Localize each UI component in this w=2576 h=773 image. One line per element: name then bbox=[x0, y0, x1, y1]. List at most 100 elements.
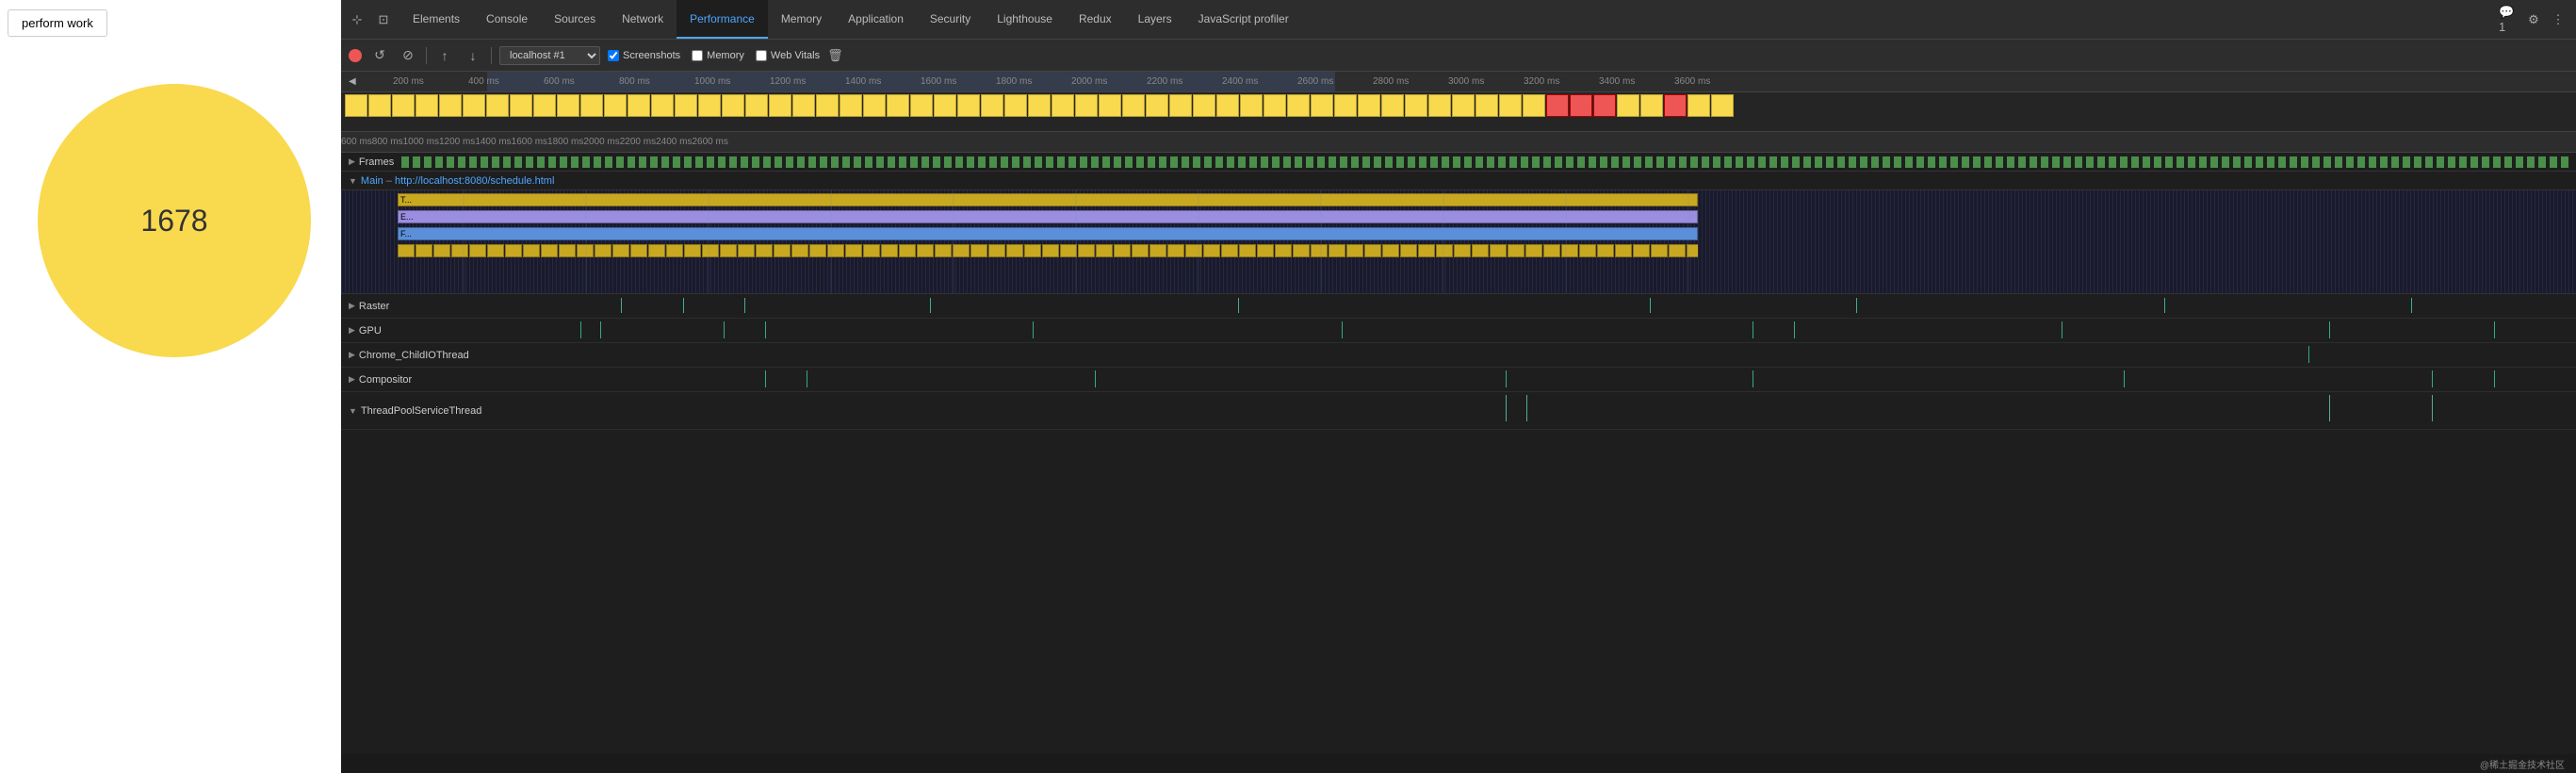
flame-block-small[interactable] bbox=[988, 244, 1005, 257]
flame-block-small[interactable] bbox=[416, 244, 432, 257]
flame-block-small[interactable] bbox=[809, 244, 826, 257]
perform-work-button[interactable]: perform work bbox=[8, 9, 107, 37]
flame-block-small[interactable] bbox=[899, 244, 916, 257]
screenshots-label[interactable]: Screenshots bbox=[608, 50, 680, 61]
flame-block-small[interactable] bbox=[684, 244, 701, 257]
stop-button[interactable]: ⊘ bbox=[398, 45, 418, 66]
flame-block-small[interactable] bbox=[1078, 244, 1095, 257]
flame-block-small[interactable] bbox=[1311, 244, 1328, 257]
screenshots-checkbox[interactable] bbox=[608, 50, 619, 61]
flame-block-small[interactable] bbox=[702, 244, 719, 257]
main-expand-arrow[interactable]: ▼ bbox=[349, 176, 357, 186]
flame-block-small[interactable] bbox=[1418, 244, 1435, 257]
flame-block-small[interactable] bbox=[881, 244, 898, 257]
tab-elements[interactable]: Elements bbox=[399, 0, 473, 39]
tab-layers[interactable]: Layers bbox=[1125, 0, 1185, 39]
tab-lighthouse[interactable]: Lighthouse bbox=[984, 0, 1066, 39]
flame-block-func[interactable]: F... bbox=[398, 227, 1698, 240]
flame-block-small[interactable] bbox=[827, 244, 844, 257]
flame-block-small[interactable] bbox=[791, 244, 808, 257]
flame-block-small[interactable] bbox=[505, 244, 522, 257]
flame-block-small[interactable] bbox=[1042, 244, 1059, 257]
download-button[interactable]: ↓ bbox=[463, 45, 483, 66]
memory-checkbox[interactable] bbox=[692, 50, 703, 61]
flame-block-small[interactable] bbox=[1579, 244, 1596, 257]
flame-block-small[interactable] bbox=[1132, 244, 1149, 257]
flame-block-small[interactable] bbox=[595, 244, 611, 257]
flame-block-small[interactable] bbox=[1096, 244, 1113, 257]
flame-block-small[interactable] bbox=[1329, 244, 1345, 257]
flame-block-small[interactable] bbox=[559, 244, 576, 257]
memory-label[interactable]: Memory bbox=[692, 50, 744, 61]
flame-block-small[interactable] bbox=[1633, 244, 1650, 257]
flame-block-small[interactable] bbox=[451, 244, 468, 257]
tab-memory[interactable]: Memory bbox=[768, 0, 835, 39]
more-icon[interactable]: ⋮ bbox=[2548, 9, 2568, 30]
flame-block-small[interactable] bbox=[1454, 244, 1471, 257]
flame-block-events[interactable]: E... bbox=[398, 210, 1698, 223]
compositor-expand[interactable]: ▶ bbox=[349, 374, 355, 385]
flame-block-small[interactable] bbox=[648, 244, 665, 257]
flame-block-small[interactable] bbox=[1203, 244, 1220, 257]
raster-expand[interactable]: ▶ bbox=[349, 301, 355, 311]
tab-performance[interactable]: Performance bbox=[677, 0, 768, 39]
flame-block-small[interactable] bbox=[1185, 244, 1202, 257]
inspect-icon[interactable]: ⊡ bbox=[373, 9, 394, 30]
url-selector[interactable]: localhost #1 bbox=[499, 46, 600, 65]
flame-block-small[interactable] bbox=[953, 244, 970, 257]
flame-block-small[interactable] bbox=[1346, 244, 1363, 257]
tab-console[interactable]: Console bbox=[473, 0, 541, 39]
flame-block-small[interactable] bbox=[863, 244, 880, 257]
web-vitals-checkbox[interactable] bbox=[756, 50, 767, 61]
settings-icon[interactable]: ⚙ bbox=[2523, 9, 2544, 30]
flame-block-small[interactable] bbox=[774, 244, 791, 257]
flame-block-small[interactable] bbox=[1525, 244, 1542, 257]
flame-block-small[interactable] bbox=[487, 244, 504, 257]
gpu-expand[interactable]: ▶ bbox=[349, 325, 355, 336]
flame-block-small[interactable] bbox=[1508, 244, 1524, 257]
flame-block-small[interactable] bbox=[1472, 244, 1489, 257]
tab-application[interactable]: Application bbox=[835, 0, 917, 39]
flame-block-small[interactable] bbox=[1060, 244, 1077, 257]
flame-block-small[interactable] bbox=[1364, 244, 1381, 257]
flame-block-small[interactable] bbox=[845, 244, 862, 257]
tab-sources[interactable]: Sources bbox=[541, 0, 609, 39]
flame-block-small[interactable] bbox=[1167, 244, 1184, 257]
notification-icon[interactable]: 💬 1 bbox=[2499, 9, 2519, 30]
flame-block-small[interactable] bbox=[469, 244, 486, 257]
flame-block-small[interactable] bbox=[630, 244, 647, 257]
flame-block-small[interactable] bbox=[917, 244, 934, 257]
flame-block-small[interactable] bbox=[970, 244, 987, 257]
flame-block-small[interactable] bbox=[612, 244, 629, 257]
clear-button[interactable]: 🗑 bbox=[827, 48, 843, 63]
flame-block-small[interactable] bbox=[738, 244, 755, 257]
web-vitals-label[interactable]: Web Vitals bbox=[756, 50, 820, 61]
flame-block-small[interactable] bbox=[1114, 244, 1131, 257]
flame-block-small[interactable] bbox=[1293, 244, 1310, 257]
flame-block-small[interactable] bbox=[1400, 244, 1417, 257]
flame-block-small[interactable] bbox=[1597, 244, 1614, 257]
tab-security[interactable]: Security bbox=[917, 0, 984, 39]
flame-block-small[interactable] bbox=[720, 244, 737, 257]
flame-block-small[interactable] bbox=[1561, 244, 1578, 257]
threadpool-expand[interactable]: ▼ bbox=[349, 406, 357, 416]
flame-block-small[interactable] bbox=[433, 244, 450, 257]
flame-block-small[interactable] bbox=[1275, 244, 1292, 257]
flame-block-small[interactable] bbox=[1651, 244, 1668, 257]
tab-js-profiler[interactable]: JavaScript profiler bbox=[1185, 0, 1302, 39]
tab-network[interactable]: Network bbox=[609, 0, 677, 39]
flame-block-small[interactable] bbox=[1615, 244, 1632, 257]
flame-block-small[interactable] bbox=[756, 244, 773, 257]
upload-button[interactable]: ↑ bbox=[434, 45, 455, 66]
flame-block-task[interactable]: T... bbox=[398, 193, 1698, 206]
flame-block-small[interactable] bbox=[1490, 244, 1507, 257]
flame-block-small[interactable] bbox=[1543, 244, 1560, 257]
flame-block-small[interactable] bbox=[1687, 244, 1698, 257]
reload-record-button[interactable]: ↺ bbox=[369, 45, 390, 66]
flame-block-small[interactable] bbox=[1257, 244, 1274, 257]
flame-block-small[interactable] bbox=[1436, 244, 1453, 257]
record-button[interactable] bbox=[349, 49, 362, 62]
flame-block-small[interactable] bbox=[1149, 244, 1166, 257]
flame-block-small[interactable] bbox=[1006, 244, 1023, 257]
flame-block-small[interactable] bbox=[541, 244, 558, 257]
